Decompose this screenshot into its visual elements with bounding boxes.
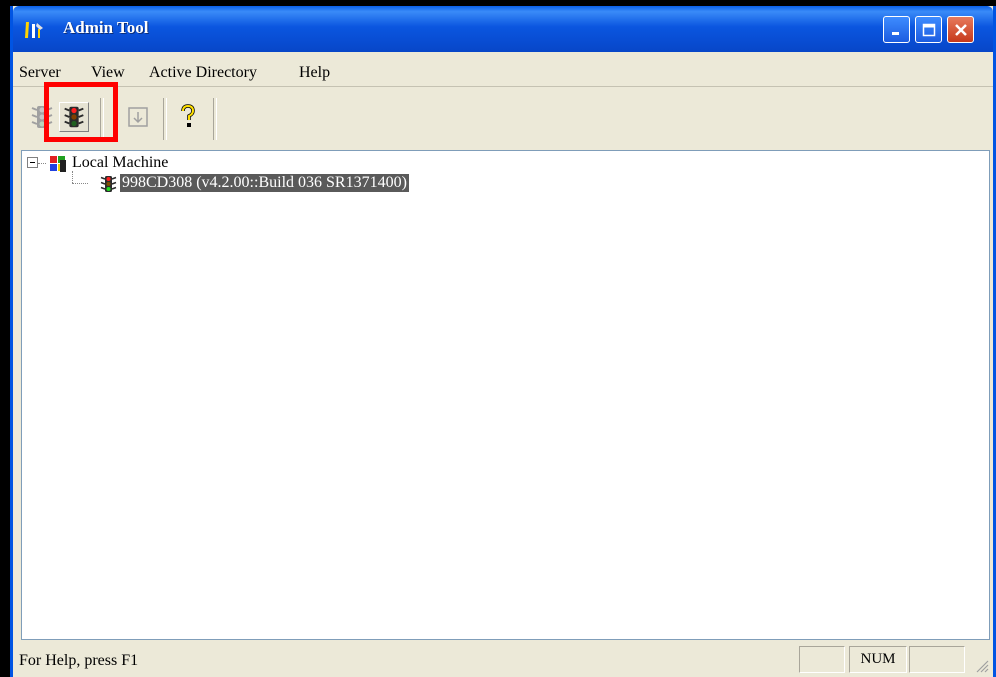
tree-connector — [72, 171, 73, 183]
admin-tool-window: Admin Tool Server View Active Directory … — [10, 6, 996, 677]
properties-icon — [128, 107, 148, 127]
menu-help[interactable]: Help — [299, 64, 330, 82]
menu-bar: Server View Active Directory Help — [13, 52, 993, 87]
window-title: Admin Tool — [63, 18, 149, 37]
collapse-toggle[interactable] — [27, 157, 38, 168]
highlight-annotation — [44, 82, 118, 142]
status-help-text: For Help, press F1 — [19, 652, 139, 669]
windows-logo-icon — [50, 156, 66, 172]
toolbar-separator — [213, 98, 217, 140]
menu-server[interactable]: Server — [19, 64, 61, 82]
app-tools-icon — [25, 22, 43, 38]
maximize-icon — [916, 17, 941, 42]
close-icon — [948, 17, 973, 42]
server-tree[interactable]: Local Machine 998CD308 (v4.2.00::Build 0… — [21, 150, 990, 640]
status-bar: For Help, press F1 NUM — [13, 642, 993, 677]
help-icon — [181, 104, 195, 127]
status-panel-num: NUM — [849, 646, 907, 673]
resize-grip-icon[interactable] — [975, 659, 989, 673]
status-panel-caps — [799, 646, 845, 673]
menu-view[interactable]: View — [91, 64, 125, 82]
minimize-button[interactable] — [883, 16, 910, 43]
tree-connector — [38, 163, 46, 164]
minimize-icon — [884, 17, 909, 42]
tree-connector — [72, 183, 88, 184]
tree-node-local-machine[interactable]: Local Machine — [72, 154, 168, 172]
tree-node-server[interactable]: 998CD308 (v4.2.00::Build 036 SR1371400) — [119, 173, 410, 193]
traffic-light-icon — [100, 176, 117, 192]
toolbar — [13, 90, 993, 148]
toolbar-separator — [163, 98, 167, 140]
help-button[interactable] — [173, 102, 203, 132]
menu-active-directory[interactable]: Active Directory — [149, 64, 257, 82]
properties-button[interactable] — [123, 102, 153, 132]
title-bar[interactable]: Admin Tool — [13, 6, 993, 52]
status-panel-scroll — [909, 646, 965, 673]
close-button[interactable] — [947, 16, 974, 43]
maximize-button[interactable] — [915, 16, 942, 43]
